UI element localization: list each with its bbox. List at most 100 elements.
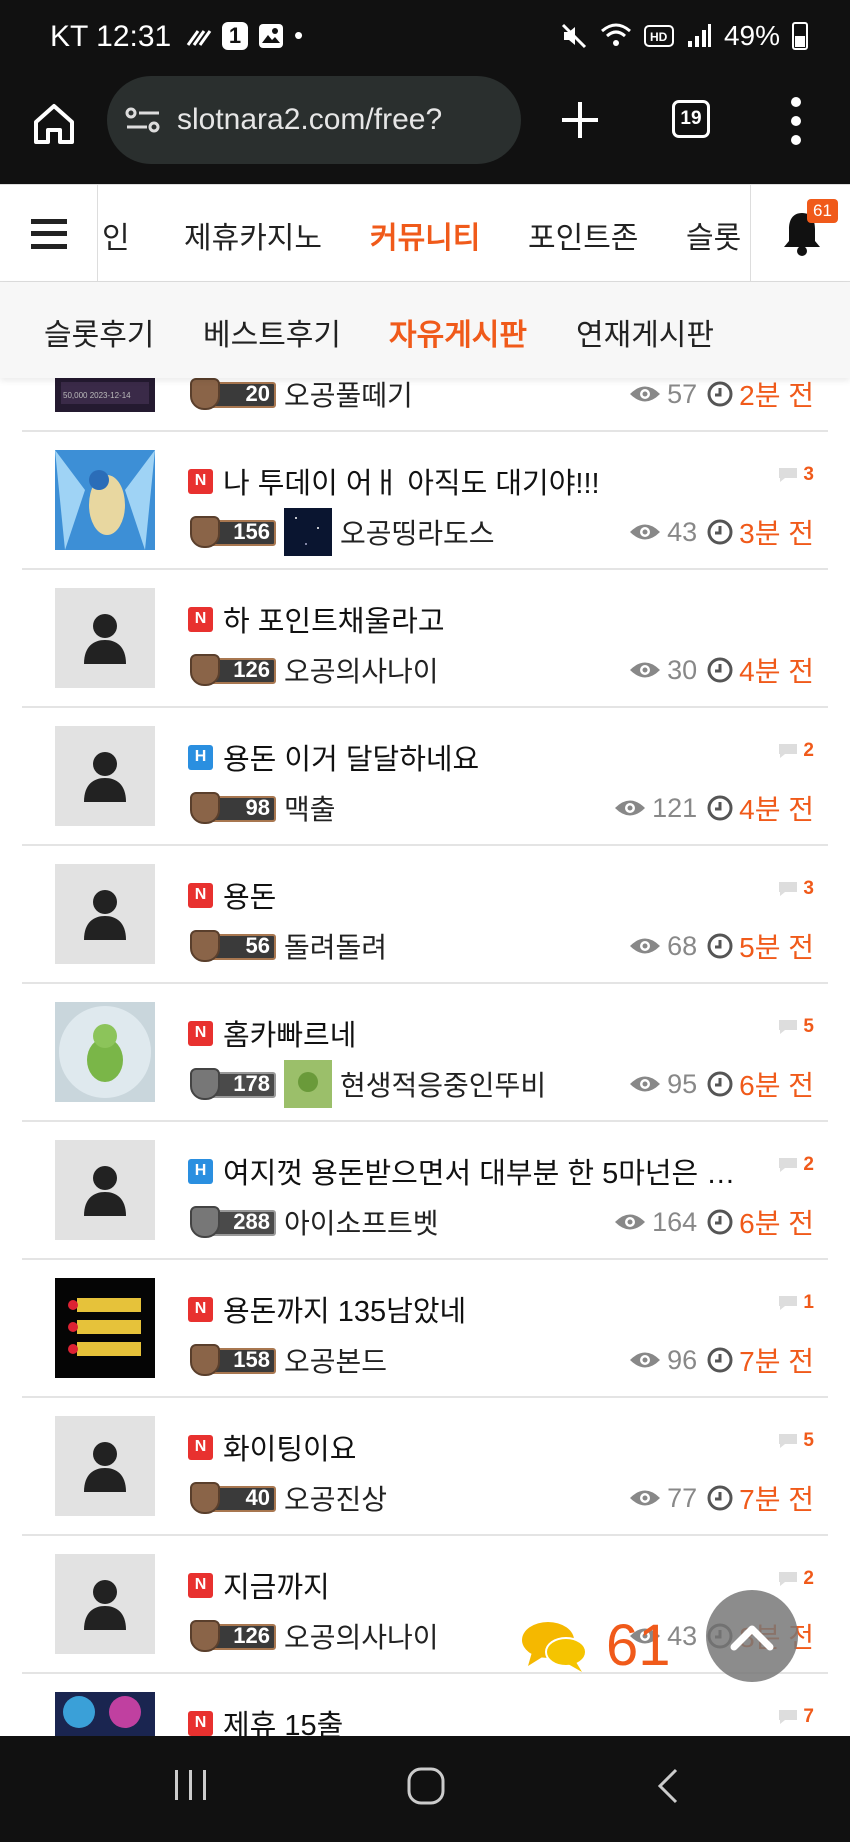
post-title-line[interactable]: N 나 투데이 어ㅐ 아직도 대기야!!! bbox=[188, 460, 748, 502]
notification-button[interactable]: 61 bbox=[750, 185, 850, 283]
author-nickname[interactable]: 돌려돌려 bbox=[284, 926, 387, 966]
new-badge: N bbox=[188, 1710, 213, 1736]
author-nickname[interactable]: 오공의사나이 bbox=[284, 650, 439, 690]
post-meta: 40 오공진상 77 7분 전 bbox=[190, 1476, 814, 1520]
post-meta: 126 오공의사나이 30 4분 전 bbox=[190, 648, 814, 692]
comment-count: 1 bbox=[777, 1292, 814, 1314]
comment-count: 3 bbox=[777, 878, 814, 900]
new-badge: N bbox=[188, 1434, 213, 1460]
comment-icon bbox=[779, 1710, 798, 1724]
recent-apps-icon[interactable] bbox=[172, 1766, 210, 1804]
tab-slot-review[interactable]: 슬롯후기 bbox=[44, 310, 154, 354]
post-title[interactable]: 여지껏 용돈받으면서 대부분 한 5마넌은 … bbox=[223, 1150, 735, 1192]
more-menu-icon[interactable] bbox=[788, 96, 804, 146]
post-row[interactable]: N 지금까지 2 126 오공의사나이 43 8분 전 bbox=[22, 1536, 828, 1674]
eye-icon bbox=[630, 1076, 661, 1092]
post-title[interactable]: 홈카빠르네 bbox=[223, 1012, 356, 1054]
post-title[interactable]: 하 포인트채울라고 bbox=[223, 598, 445, 640]
post-row[interactable]: H 용돈 이거 달달하네요 2 98 맥출 121 4분 전 bbox=[22, 708, 828, 846]
post-row[interactable]: N 용돈까지 135남았네 1 158 오공본드 96 7분 전 bbox=[22, 1260, 828, 1398]
tab-serial-board[interactable]: 연재게시판 bbox=[576, 310, 714, 354]
new-badge: N bbox=[188, 1296, 213, 1322]
battery-percent: 49% bbox=[723, 20, 780, 51]
default-avatar bbox=[55, 1416, 155, 1516]
site-settings-icon[interactable] bbox=[125, 106, 161, 134]
post-row[interactable]: N 하 포인트채울라고 126 오공의사나이 30 4분 전 bbox=[22, 570, 828, 708]
author-nickname[interactable]: 오공풀떼기 bbox=[284, 378, 413, 414]
post-title[interactable]: 지금까지 bbox=[223, 1564, 330, 1606]
signal-bars-icon bbox=[687, 24, 711, 47]
nav-item-partner-casino[interactable]: 제휴카지노 bbox=[184, 213, 322, 257]
post-title-line[interactable]: N 하 포인트채울라고 bbox=[188, 598, 748, 640]
post-title-line[interactable]: N 용돈까지 135남았네 bbox=[188, 1288, 748, 1330]
post-row[interactable]: N 화이팅이요 5 40 오공진상 77 7분 전 bbox=[22, 1398, 828, 1536]
hamburger-menu-button[interactable] bbox=[0, 185, 98, 283]
tab-free-board[interactable]: 자유게시판 bbox=[389, 310, 527, 354]
post-title-line[interactable]: H 여지껏 용돈받으면서 대부분 한 5마넌은 … bbox=[188, 1150, 748, 1192]
comment-count: 2 bbox=[777, 1154, 814, 1176]
nav-item-partial[interactable]: 인 bbox=[102, 213, 130, 257]
post-list: 50,000 2023-12-14 20 오공풀떼기 57 2분 전 N 나 투… bbox=[0, 378, 850, 1736]
svg-text:HD: HD bbox=[650, 30, 668, 44]
post-title[interactable]: 화이팅이요 bbox=[223, 1426, 356, 1468]
user-image bbox=[284, 508, 332, 556]
post-row[interactable]: N 나 투데이 어ㅐ 아직도 대기야!!! 3 156 오공띵라도스 43 3분… bbox=[22, 432, 828, 570]
tab-switcher-button[interactable]: 19 bbox=[672, 100, 710, 138]
author-nickname[interactable]: 오공진상 bbox=[284, 1478, 387, 1518]
post-row[interactable]: N 용돈 3 56 돌려돌려 68 5분 전 bbox=[22, 846, 828, 984]
home-nav-icon[interactable] bbox=[406, 1766, 446, 1806]
post-title[interactable]: 용돈 bbox=[223, 874, 276, 916]
post-title-line[interactable]: N 홈카빠르네 bbox=[188, 1012, 748, 1054]
author-nickname[interactable]: 오공의사나이 bbox=[284, 1616, 439, 1656]
post-meta: 178 현생적응중인뚜비 95 6분 전 bbox=[190, 1060, 814, 1108]
status-bar: KT 12:31 1 • HD 49% bbox=[0, 0, 850, 76]
post-time: 6분 전 bbox=[707, 1202, 814, 1242]
url-bar[interactable]: slotnara2.com/free? bbox=[107, 76, 521, 164]
post-title-line[interactable]: N 용돈 bbox=[188, 874, 748, 916]
chat-floating-button[interactable]: 61 bbox=[520, 1612, 671, 1679]
view-count: 43 bbox=[629, 517, 697, 548]
author-nickname[interactable]: 현생적응중인뚜비 bbox=[340, 1064, 546, 1104]
level-badge: 178 bbox=[190, 1066, 276, 1102]
nav-item-point-zone[interactable]: 포인트존 bbox=[528, 213, 638, 257]
post-meta: 288 아이소프트벳 164 6분 전 bbox=[190, 1200, 814, 1244]
post-row[interactable]: H 여지껏 용돈받으면서 대부분 한 5마넌은 … 2 288 아이소프트벳 1… bbox=[22, 1122, 828, 1260]
post-row[interactable]: N 제휴 15출 7 bbox=[22, 1674, 828, 1736]
comment-count: 5 bbox=[777, 1430, 814, 1452]
eye-icon bbox=[630, 662, 661, 678]
post-row[interactable]: N 홈카빠르네 5 178 현생적응중인뚜비 95 6분 전 bbox=[22, 984, 828, 1122]
post-meta: 98 맥출 121 4분 전 bbox=[190, 786, 814, 830]
status-time: KT 12:31 bbox=[50, 20, 172, 53]
new-badge: N bbox=[188, 882, 213, 908]
nav-item-slot[interactable]: 슬롯 bbox=[686, 213, 741, 257]
scroll-top-button[interactable] bbox=[706, 1590, 798, 1682]
comment-icon bbox=[779, 1572, 798, 1586]
post-time: 6분 전 bbox=[707, 1064, 814, 1104]
site-nav: 인 제휴카지노 커뮤니티 포인트존 슬롯 61 bbox=[0, 184, 850, 283]
comment-count: 3 bbox=[777, 464, 814, 486]
author-nickname[interactable]: 오공본드 bbox=[284, 1340, 387, 1380]
post-thumbnail bbox=[55, 1692, 155, 1736]
post-title[interactable]: 제휴 15출 bbox=[223, 1702, 343, 1736]
author-nickname[interactable]: 오공띵라도스 bbox=[340, 512, 495, 552]
new-tab-icon[interactable] bbox=[556, 96, 604, 144]
thumbnail-image bbox=[55, 1692, 155, 1736]
post-title-line[interactable]: N 지금까지 bbox=[188, 1564, 748, 1606]
post-row[interactable]: 50,000 2023-12-14 20 오공풀떼기 57 2분 전 bbox=[22, 378, 828, 432]
tab-best-review[interactable]: 베스트후기 bbox=[203, 310, 341, 354]
comment-count: 2 bbox=[777, 740, 814, 762]
home-icon[interactable] bbox=[30, 100, 78, 148]
view-count: 164 bbox=[614, 1207, 697, 1238]
post-time: 4분 전 bbox=[707, 788, 814, 828]
post-title-line[interactable]: H 용돈 이거 달달하네요 bbox=[188, 736, 748, 778]
nav-item-community[interactable]: 커뮤니티 bbox=[370, 213, 480, 257]
author-nickname[interactable]: 아이소프트벳 bbox=[284, 1202, 439, 1242]
post-title-line[interactable]: N 제휴 15출 bbox=[188, 1702, 748, 1736]
post-title-line[interactable]: N 화이팅이요 bbox=[188, 1426, 748, 1468]
view-count: 30 bbox=[629, 655, 697, 686]
post-title[interactable]: 용돈 이거 달달하네요 bbox=[223, 736, 479, 778]
post-title[interactable]: 용돈까지 135남았네 bbox=[223, 1288, 466, 1330]
author-nickname[interactable]: 맥출 bbox=[284, 788, 336, 828]
back-icon[interactable] bbox=[652, 1766, 682, 1806]
post-title[interactable]: 나 투데이 어ㅐ 아직도 대기야!!! bbox=[223, 460, 600, 502]
